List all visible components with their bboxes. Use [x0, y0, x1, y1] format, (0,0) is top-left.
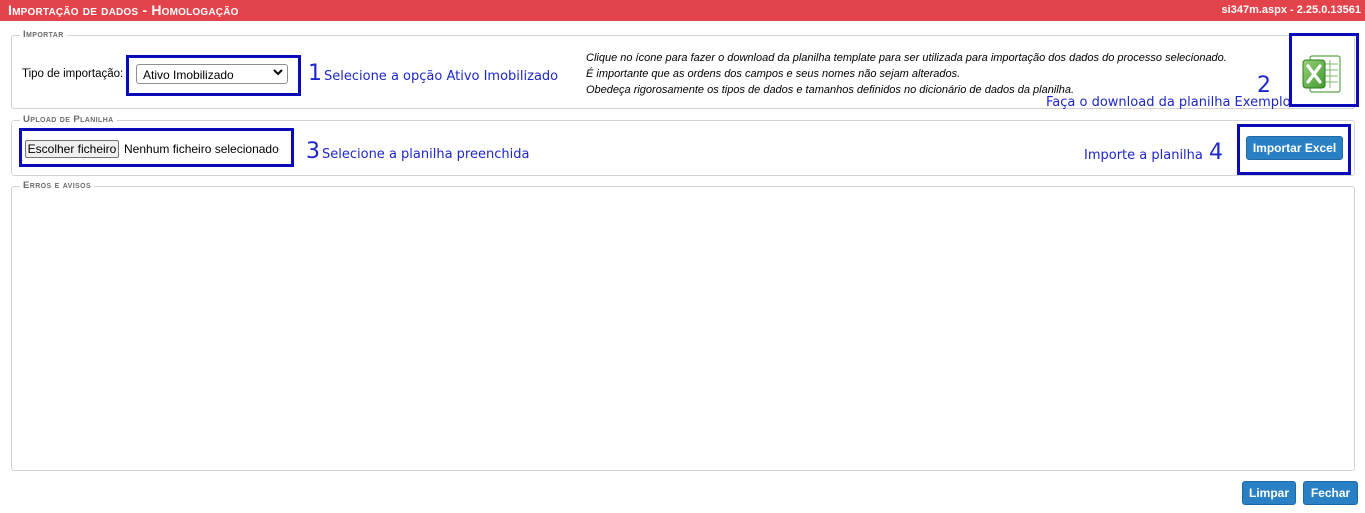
erros-legend: Erros e avisos — [20, 180, 95, 191]
importar-legend: Importar — [20, 29, 67, 40]
tipo-importacao-label: Tipo de importação: — [22, 68, 124, 80]
erros-panel: Erros e avisos — [11, 180, 1355, 471]
annotation-text-1: Selecione a opção Ativo Imobilizado — [324, 69, 559, 84]
annotation-number-4: 4 — [1209, 140, 1223, 165]
version-label: si347m.aspx - 2.25.0.13561 — [1221, 4, 1361, 16]
limpar-button[interactable]: Limpar — [1242, 481, 1296, 505]
annotation-number-1: 1 — [308, 61, 322, 86]
annotation-text-3: Selecione a planilha preenchida — [322, 147, 530, 162]
annotation-number-3: 3 — [306, 139, 320, 164]
info-line-1: Clique no ícone para fazer o download da… — [586, 52, 1227, 64]
highlight-step-2 — [1289, 33, 1359, 107]
highlight-step-4 — [1237, 124, 1351, 175]
annotation-number-2: 2 — [1257, 73, 1271, 98]
info-line-2: É importante que as ordens dos campos e … — [586, 68, 961, 80]
annotation-text-4: Importe a planilha — [1084, 148, 1203, 163]
page-title: Importação de dados - Homologação — [8, 2, 239, 18]
annotation-text-2: Faça o download da planilha Exemplo — [1046, 95, 1291, 110]
highlight-step-1 — [126, 55, 301, 96]
highlight-step-3 — [19, 128, 294, 167]
title-bar: Importação de dados - Homologação si347m… — [0, 0, 1365, 21]
upload-legend: Upload de Planilha — [20, 114, 117, 125]
info-line-3: Obedeça rigorosamente os tipos de dados … — [586, 84, 1074, 96]
fechar-button[interactable]: Fechar — [1303, 481, 1358, 505]
